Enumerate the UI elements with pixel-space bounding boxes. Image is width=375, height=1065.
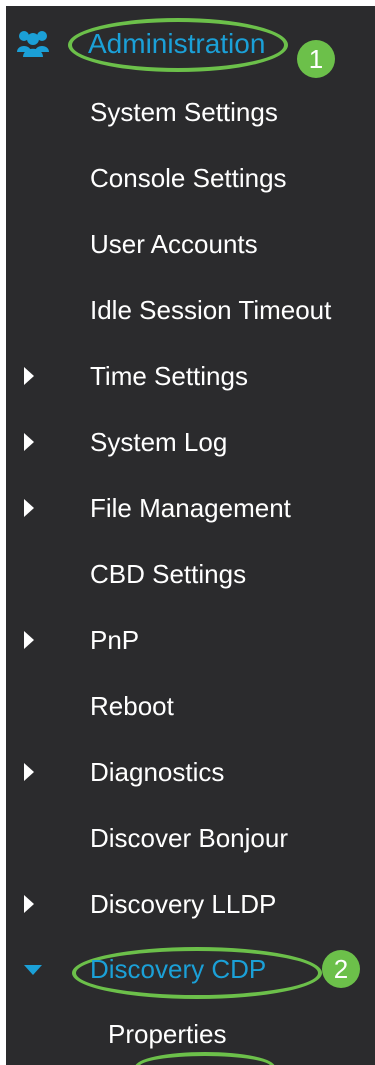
nav-section-administration[interactable]: Administration 1 bbox=[0, 0, 375, 90]
menu-item-discovery-lldp[interactable]: Discovery LLDP bbox=[0, 872, 375, 938]
step-badge: 1 bbox=[297, 40, 335, 78]
expand-arrow-icon[interactable] bbox=[24, 433, 34, 451]
expand-arrow-icon[interactable] bbox=[24, 499, 34, 517]
menu-item-discovery-cdp[interactable]: Discovery CDP bbox=[0, 937, 375, 1003]
menu-item-label: System Settings bbox=[90, 97, 278, 127]
menu-item-system-settings[interactable]: System Settings bbox=[0, 80, 375, 146]
menu-item-cbd-settings[interactable]: CBD Settings bbox=[0, 542, 375, 608]
menu-item-label: Console Settings bbox=[90, 163, 287, 193]
menu-item-idle-session-timeout[interactable]: Idle Session Timeout bbox=[0, 278, 375, 344]
menu-item-label: Discovery LLDP bbox=[90, 889, 277, 919]
menu-item-file-management[interactable]: File Management bbox=[0, 476, 375, 542]
expand-arrow-icon[interactable] bbox=[24, 367, 34, 385]
menu-item-label: Discovery CDP bbox=[90, 954, 267, 984]
expand-arrow-icon[interactable] bbox=[24, 631, 34, 649]
menu-item-label: User Accounts bbox=[90, 229, 258, 259]
menu-item-reboot[interactable]: Reboot bbox=[0, 674, 375, 740]
menu-item-user-accounts[interactable]: User Accounts bbox=[0, 212, 375, 278]
menu-item-label: System Log bbox=[90, 427, 228, 457]
menu-item-label: Discover Bonjour bbox=[90, 823, 288, 853]
collapse-arrow-icon[interactable] bbox=[24, 965, 42, 975]
menu-item-diagnostics[interactable]: Diagnostics bbox=[0, 740, 375, 806]
menu-item-console-settings[interactable]: Console Settings bbox=[0, 146, 375, 212]
step-badge: 2 bbox=[322, 950, 360, 988]
navigation-panel: Administration 1 System Settings Console… bbox=[0, 0, 375, 1065]
menu-item-label: Idle Session Timeout bbox=[90, 295, 332, 325]
section-label[interactable]: Administration bbox=[88, 26, 265, 62]
menu-item-discover-bonjour[interactable]: Discover Bonjour bbox=[0, 806, 375, 872]
expand-arrow-icon[interactable] bbox=[24, 895, 34, 913]
menu-item-system-log[interactable]: System Log bbox=[0, 410, 375, 476]
menu-item-label: Diagnostics bbox=[90, 757, 225, 787]
menu-item-time-settings[interactable]: Time Settings bbox=[0, 344, 375, 410]
menu-item-label: Reboot bbox=[90, 691, 174, 721]
menu-item-label: PnP bbox=[90, 625, 140, 655]
submenu-item-label: Properties bbox=[108, 1019, 227, 1049]
menu-item-label: File Management bbox=[90, 493, 291, 523]
users-icon bbox=[16, 28, 50, 58]
menu-item-pnp[interactable]: PnP bbox=[0, 608, 375, 674]
expand-arrow-icon[interactable] bbox=[24, 763, 34, 781]
menu-item-label: CBD Settings bbox=[90, 559, 247, 589]
menu-item-label: Time Settings bbox=[90, 361, 248, 391]
